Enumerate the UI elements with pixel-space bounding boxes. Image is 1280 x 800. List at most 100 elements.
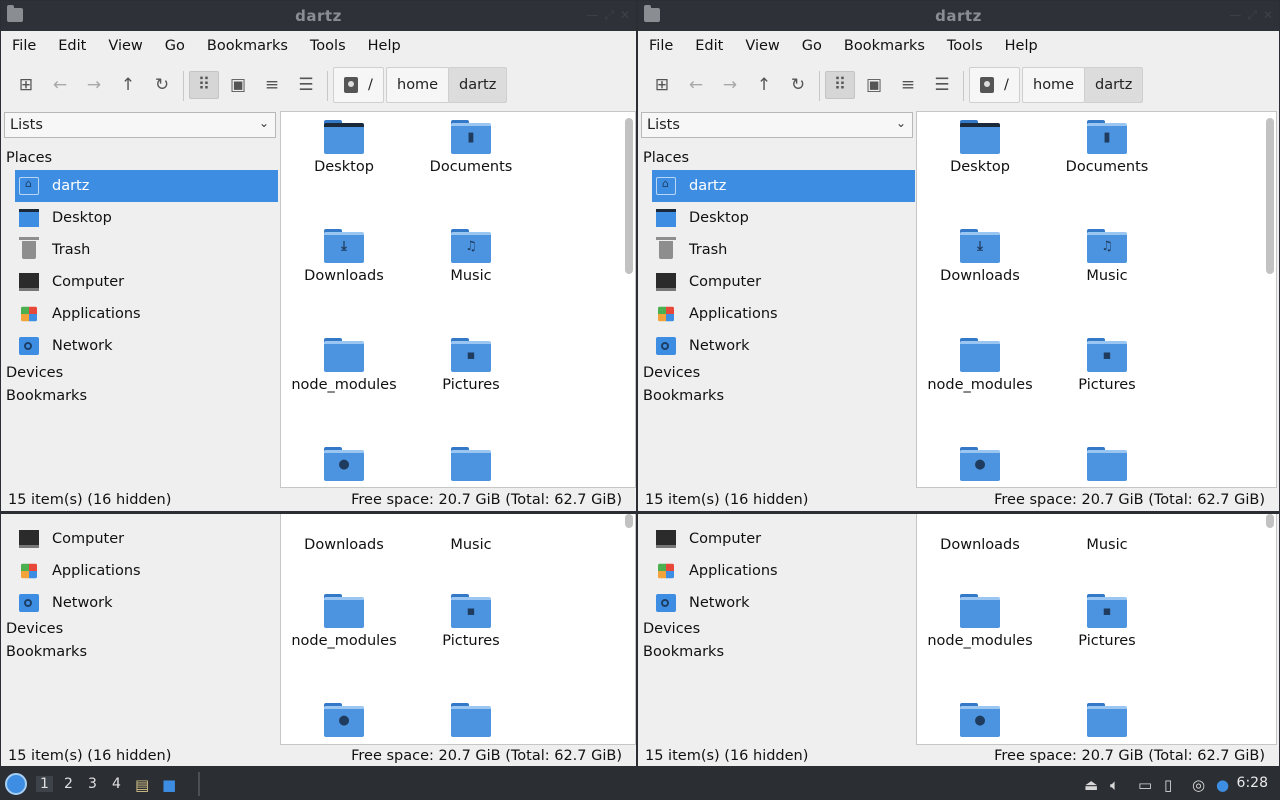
file-item[interactable]: ⤓ Downloads: [281, 229, 407, 284]
forward-icon[interactable]: →: [715, 71, 745, 99]
removable-media-icon[interactable]: ⏏: [1084, 776, 1098, 794]
file-item[interactable]: Desktop: [281, 120, 407, 175]
menu-bookmarks[interactable]: Bookmarks: [844, 38, 925, 54]
file-item[interactable]: ▪ Pictures: [408, 338, 534, 393]
sidebar-mode-select[interactable]: Lists ⌄: [4, 112, 276, 138]
menu-tools[interactable]: Tools: [310, 38, 346, 54]
places-heading[interactable]: Places: [6, 150, 52, 166]
compact-view-icon[interactable]: ≡: [257, 71, 287, 99]
desktop-launcher-icon[interactable]: ■: [162, 776, 176, 794]
reload-icon[interactable]: ↻: [783, 71, 813, 99]
file-item[interactable]: [1044, 703, 1170, 737]
menu-file[interactable]: File: [12, 38, 36, 54]
devices-heading[interactable]: Devices: [6, 365, 63, 381]
menu-go[interactable]: Go: [802, 38, 822, 54]
breadcrumb-dartz[interactable]: dartz: [448, 67, 508, 103]
scrollbar[interactable]: [1266, 118, 1274, 274]
sidebar-item-desktop[interactable]: Desktop: [652, 202, 915, 234]
menu-help[interactable]: Help: [368, 38, 401, 54]
sidebar-item-applications[interactable]: Applications: [652, 555, 915, 587]
file-view[interactable]: Downloads Music node_modules ▪ Pictures ●: [916, 514, 1277, 745]
sidebar-item-computer[interactable]: Computer: [15, 266, 278, 298]
menu-edit[interactable]: Edit: [58, 38, 86, 54]
file-item[interactable]: Music: [1044, 514, 1170, 553]
file-view[interactable]: Desktop ▮ Documents ⤓ Downloads ♫ Music nod…: [280, 111, 636, 488]
icon-view-icon[interactable]: ⠿: [189, 71, 219, 99]
compact-view-icon[interactable]: ≡: [893, 71, 923, 99]
notification-icon[interactable]: ●: [1216, 776, 1229, 794]
menu-go[interactable]: Go: [165, 38, 185, 54]
bookmarks-heading[interactable]: Bookmarks: [6, 644, 87, 660]
minimize-icon[interactable]: —: [1229, 8, 1241, 23]
menu-view[interactable]: View: [108, 38, 142, 54]
bookmarks-heading[interactable]: Bookmarks: [6, 388, 87, 404]
title-bar[interactable]: dartz — ⤢ ✕: [1, 1, 636, 31]
start-menu-icon[interactable]: [5, 773, 27, 795]
menu-edit[interactable]: Edit: [695, 38, 723, 54]
forward-icon[interactable]: →: [79, 71, 109, 99]
sidebar-item-desktop[interactable]: Desktop: [15, 202, 278, 234]
breadcrumb-home[interactable]: home: [386, 67, 450, 103]
updates-icon[interactable]: ◎: [1192, 776, 1205, 794]
sidebar-item-dartz[interactable]: dartz: [15, 170, 278, 202]
file-item[interactable]: node_modules: [281, 594, 407, 649]
maximize-icon[interactable]: ⤢: [604, 8, 614, 23]
new-tab-icon[interactable]: ⊞: [647, 71, 677, 99]
file-item[interactable]: [1044, 447, 1170, 481]
thumbnail-view-icon[interactable]: ▣: [223, 71, 253, 99]
devices-heading[interactable]: Devices: [643, 365, 700, 381]
menu-bookmarks[interactable]: Bookmarks: [207, 38, 288, 54]
sidebar-item-computer[interactable]: Computer: [652, 523, 915, 555]
sidebar-item-applications[interactable]: Applications: [652, 298, 915, 330]
sidebar-item-applications[interactable]: Applications: [15, 555, 278, 587]
file-item[interactable]: node_modules: [281, 338, 407, 393]
menu-view[interactable]: View: [745, 38, 779, 54]
workspace-4[interactable]: 4: [112, 776, 121, 792]
workspace-2[interactable]: 2: [64, 776, 73, 792]
sidebar-item-computer[interactable]: Computer: [15, 523, 278, 555]
file-item[interactable]: ▮ Documents: [408, 120, 534, 175]
clipboard-icon[interactable]: ▯: [1164, 776, 1172, 794]
sidebar-item-dartz[interactable]: dartz: [652, 170, 915, 202]
sidebar-item-computer[interactable]: Computer: [652, 266, 915, 298]
scrollbar[interactable]: [625, 514, 633, 528]
back-icon[interactable]: ←: [45, 71, 75, 99]
breadcrumb-dartz[interactable]: dartz: [1084, 67, 1144, 103]
reload-icon[interactable]: ↻: [147, 71, 177, 99]
workspace-3[interactable]: 3: [88, 776, 97, 792]
thumbnail-view-icon[interactable]: ▣: [859, 71, 889, 99]
devices-heading[interactable]: Devices: [643, 621, 700, 637]
menu-file[interactable]: File: [649, 38, 673, 54]
file-view[interactable]: Downloads Music node_modules ▪ Pictures ●: [280, 514, 636, 745]
clock[interactable]: 6:28: [1237, 775, 1268, 791]
back-icon[interactable]: ←: [681, 71, 711, 99]
menu-help[interactable]: Help: [1005, 38, 1038, 54]
minimize-icon[interactable]: —: [586, 8, 598, 23]
file-view[interactable]: Desktop ▮ Documents ⤓ Downloads ♫ Music nod…: [916, 111, 1277, 488]
detailed-list-view-icon[interactable]: ☰: [291, 71, 321, 99]
maximize-icon[interactable]: ⤢: [1247, 8, 1257, 23]
bookmarks-heading[interactable]: Bookmarks: [643, 644, 724, 660]
new-tab-icon[interactable]: ⊞: [11, 71, 41, 99]
file-item[interactable]: [408, 703, 534, 737]
file-item[interactable]: ▮ Documents: [1044, 120, 1170, 175]
volume-icon[interactable]: 🔈︎: [1110, 776, 1119, 794]
sidebar-item-network[interactable]: Network: [15, 587, 278, 619]
breadcrumb-root[interactable]: /: [333, 67, 384, 103]
file-item[interactable]: Music: [408, 514, 534, 553]
breadcrumb-home[interactable]: home: [1022, 67, 1086, 103]
file-item[interactable]: Downloads: [281, 514, 407, 553]
up-icon[interactable]: ↑: [749, 71, 779, 99]
sidebar-item-network[interactable]: Network: [652, 587, 915, 619]
up-icon[interactable]: ↑: [113, 71, 143, 99]
file-item[interactable]: ▪ Pictures: [1044, 338, 1170, 393]
scrollbar[interactable]: [1266, 514, 1274, 528]
sidebar-item-trash[interactable]: Trash: [15, 234, 278, 266]
file-item[interactable]: ●: [281, 447, 407, 481]
file-item[interactable]: ●: [281, 703, 407, 737]
title-bar[interactable]: dartz — ⤢ ✕: [638, 1, 1279, 31]
close-icon[interactable]: ✕: [620, 8, 630, 23]
file-manager-launcher-icon[interactable]: ▤: [135, 776, 149, 794]
file-item[interactable]: Downloads: [917, 514, 1043, 553]
breadcrumb-root[interactable]: /: [969, 67, 1020, 103]
